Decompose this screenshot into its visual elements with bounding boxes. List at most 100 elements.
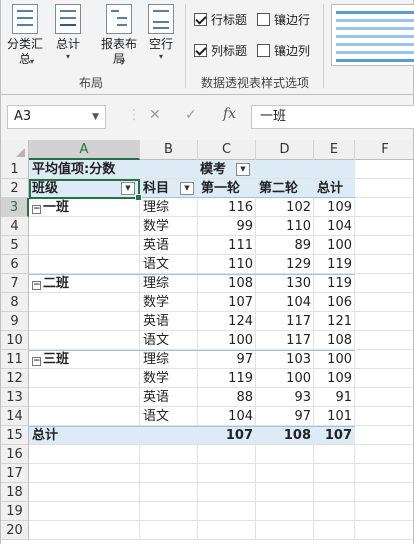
active-cell-selection[interactable] (29, 179, 142, 201)
pivot-value-cell[interactable]: 100 (314, 350, 355, 369)
grid-cell[interactable] (256, 483, 314, 502)
grid-cell[interactable] (29, 483, 140, 502)
banded-columns-checkbox[interactable] (257, 44, 270, 57)
row-header[interactable]: 10 (1, 331, 29, 350)
pivot-value-cell[interactable]: 104 (198, 407, 256, 426)
filter-dropdown-icon[interactable]: ▼ (236, 163, 250, 176)
row-header[interactable]: 12 (1, 369, 29, 388)
grid-cell[interactable] (29, 502, 140, 521)
pivot-value-cell[interactable]: 119 (198, 369, 256, 388)
pivot-value-cell[interactable]: 108 (198, 274, 256, 293)
grid-cell[interactable] (140, 445, 198, 464)
pivot-column-item[interactable]: 第一轮 (198, 179, 256, 198)
chevron-down-icon[interactable]: ▼ (92, 106, 99, 128)
grid-cell[interactable] (314, 445, 355, 464)
pivot-value-cell[interactable]: 100 (314, 236, 355, 255)
pivot-row-group[interactable]: − 二班 (29, 274, 140, 293)
column-header-d[interactable]: D (256, 140, 314, 160)
pivot-column-item[interactable]: 总计 (314, 179, 355, 198)
grand-total-value[interactable]: 107 (198, 426, 256, 445)
grid-cell[interactable] (355, 217, 413, 236)
row-header[interactable]: 18 (1, 483, 29, 502)
pivot-subject-label[interactable]: 英语 (140, 388, 198, 407)
grid-cell[interactable] (256, 502, 314, 521)
grand-total-value[interactable]: 107 (314, 426, 355, 445)
pivot-value-cell[interactable]: 100 (198, 331, 256, 350)
row-header[interactable]: 19 (1, 502, 29, 521)
grand-totals-button[interactable]: 总计 ▾ (51, 4, 85, 70)
grand-total-value[interactable]: 108 (256, 426, 314, 445)
banded-columns-option[interactable]: 镶边列 (257, 43, 310, 59)
grid-cell[interactable] (140, 483, 198, 502)
column-headers-checkbox[interactable] (194, 44, 207, 57)
worksheet[interactable]: A B C D E F 1 平均值项:分数 模考 ▼ 2 班级 ▼ 科目 ▼ 第一轮 第二轮 总计 3−… (0, 140, 414, 544)
grid-cell[interactable] (29, 464, 140, 483)
pivot-value-cell[interactable]: 119 (314, 274, 355, 293)
grid-cell[interactable] (29, 445, 140, 464)
pivot-subject-label[interactable]: 语文 (140, 255, 198, 274)
grid-cell[interactable] (198, 502, 256, 521)
collapse-icon[interactable]: − (32, 357, 41, 366)
subtotals-button[interactable]: 分类汇 总 (5, 4, 45, 70)
grid-cell[interactable] (256, 521, 314, 540)
pivot-value-cell[interactable]: 108 (314, 331, 355, 350)
row-header[interactable]: 20 (1, 521, 29, 540)
banded-rows-option[interactable]: 镶边行 (257, 12, 310, 28)
pivot-value-cell[interactable]: 97 (256, 407, 314, 426)
grid-cell[interactable] (355, 160, 413, 179)
grid-cell[interactable] (29, 312, 140, 331)
row-header[interactable]: 9 (1, 312, 29, 331)
grid-cell[interactable] (355, 198, 413, 217)
pivot-subject-label[interactable]: 英语 (140, 236, 198, 255)
grid-cell[interactable] (140, 521, 198, 540)
grid-cell[interactable] (355, 502, 413, 521)
grid-cell[interactable] (314, 502, 355, 521)
collapse-icon[interactable]: − (32, 205, 41, 214)
row-header[interactable]: 11 (1, 350, 29, 369)
pivot-value-cell[interactable]: 110 (256, 217, 314, 236)
pivot-value-cell[interactable]: 91 (314, 388, 355, 407)
grid-cell[interactable] (29, 217, 140, 236)
grid-cell[interactable] (29, 369, 140, 388)
grid-cell[interactable] (314, 464, 355, 483)
grid-cell[interactable] (140, 502, 198, 521)
pivot-subject-label[interactable]: 语文 (140, 407, 198, 426)
pivot-value-cell[interactable]: 124 (198, 312, 256, 331)
column-header-a[interactable]: A (29, 140, 140, 160)
grid-cell[interactable] (355, 388, 413, 407)
pivot-value-cell[interactable]: 117 (256, 312, 314, 331)
blank-rows-button[interactable]: 空行 ▾ (145, 4, 177, 70)
grid-cell[interactable] (29, 388, 140, 407)
grid-cell[interactable] (29, 407, 140, 426)
pivot-subject-label[interactable]: 语文 (140, 331, 198, 350)
grid-cell[interactable] (355, 350, 413, 369)
row-header[interactable]: 13 (1, 388, 29, 407)
formula-input[interactable]: 一班 (251, 105, 414, 129)
grid-cell[interactable] (140, 464, 198, 483)
pivot-value-cell[interactable]: 89 (256, 236, 314, 255)
select-all-button[interactable] (1, 140, 29, 160)
pivot-value-cell[interactable]: 119 (314, 255, 355, 274)
row-header[interactable]: 17 (1, 464, 29, 483)
enter-icon[interactable]: ✓ (185, 107, 197, 123)
pivot-subject-label[interactable]: 数学 (140, 293, 198, 312)
pivot-subject-label[interactable]: 理综 (140, 350, 198, 369)
grid-cell[interactable] (355, 445, 413, 464)
row-header[interactable]: 6 (1, 255, 29, 274)
row-header[interactable]: 2 (1, 179, 29, 198)
grid-cell[interactable] (355, 236, 413, 255)
column-header-b[interactable]: B (140, 140, 198, 160)
row-headers-option[interactable]: 行标题 (194, 12, 247, 28)
grid-cell[interactable] (29, 255, 140, 274)
report-layout-button[interactable]: 报表布 局 (99, 4, 139, 70)
column-header-e[interactable]: E (314, 140, 355, 160)
grid-cell[interactable] (355, 179, 413, 198)
grid-cell[interactable] (355, 369, 413, 388)
grid-cell[interactable] (355, 312, 413, 331)
row-header[interactable]: 4 (1, 217, 29, 236)
pivot-value-cell[interactable]: 106 (314, 293, 355, 312)
pivot-subject-label[interactable]: 数学 (140, 217, 198, 236)
pivot-subject-label[interactable]: 英语 (140, 312, 198, 331)
grid-cell[interactable] (355, 426, 413, 445)
grid-cell[interactable] (198, 445, 256, 464)
